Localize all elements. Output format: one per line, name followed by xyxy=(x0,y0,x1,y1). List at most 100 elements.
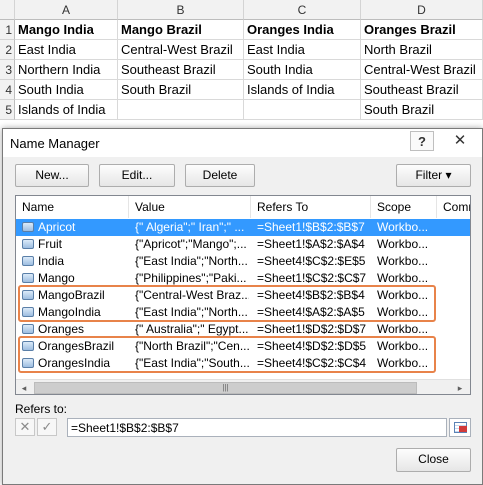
row-scope: Workbo... xyxy=(377,305,429,319)
cell-c5[interactable] xyxy=(244,100,361,120)
list-header-name[interactable]: Name xyxy=(16,196,129,218)
named-range-icon xyxy=(22,239,34,249)
row-name: OrangesIndia xyxy=(38,356,111,370)
select-all-corner[interactable] xyxy=(0,0,15,20)
row-header-4[interactable]: 4 xyxy=(0,80,15,100)
row-name: Oranges xyxy=(38,322,85,336)
close-icon[interactable]: ✕ xyxy=(446,131,474,151)
cell-b4[interactable]: South Brazil xyxy=(118,80,244,100)
column-header-d[interactable]: D xyxy=(361,0,483,20)
cell-d5[interactable]: South Brazil xyxy=(361,100,483,120)
cell-c4[interactable]: Islands of India xyxy=(244,80,361,100)
row-value: {" Algeria";" Iran";" ... xyxy=(135,220,245,234)
row-value: {"East India";"North... xyxy=(135,305,248,319)
list-header-comment[interactable]: Comment xyxy=(437,196,470,218)
row-refers-to: =Sheet4!$C$2:$C$4 xyxy=(257,356,367,370)
named-range-icon xyxy=(22,290,34,300)
dialog-titlebar[interactable]: Name Manager ? ✕ xyxy=(3,129,482,157)
list-row-mangoindia[interactable]: MangoIndia {"East India";"North... =Shee… xyxy=(16,304,470,321)
scroll-right-icon[interactable]: ▸ xyxy=(452,380,468,394)
row-scope: Workbo... xyxy=(377,271,429,285)
cell-a4[interactable]: South India xyxy=(15,80,118,100)
row-refers-to: =Sheet1!$D$2:$D$7 xyxy=(257,322,367,336)
column-header-c[interactable]: C xyxy=(244,0,361,20)
cell-a5[interactable]: Islands of India xyxy=(15,100,118,120)
list-row-mango[interactable]: Mango {"Philippines";"Paki... =Sheet1!$C… xyxy=(16,270,470,287)
list-header-value[interactable]: Value xyxy=(129,196,251,218)
names-list[interactable]: Name Value Refers To Scope Comment Apric… xyxy=(15,195,471,395)
row-value: {"Central-West Braz... xyxy=(135,288,249,302)
list-header-refers-to[interactable]: Refers To xyxy=(251,196,371,218)
row-refers-to: =Sheet1!$B$2:$B$7 xyxy=(257,220,365,234)
row-name: Mango xyxy=(38,271,75,285)
row-header-2[interactable]: 2 xyxy=(0,40,15,60)
cell-b2[interactable]: Central-West Brazil xyxy=(118,40,244,60)
named-range-icon xyxy=(22,256,34,266)
filter-label: Filter xyxy=(415,168,443,182)
row-name: MangoIndia xyxy=(38,305,101,319)
row-refers-to: =Sheet4!$A$2:$A$5 xyxy=(257,305,365,319)
named-range-icon xyxy=(22,307,34,317)
cell-a1[interactable]: Mango India xyxy=(15,20,118,40)
close-button[interactable]: Close xyxy=(396,448,471,472)
row-scope: Workbo... xyxy=(377,254,429,268)
row-refers-to: =Sheet4!$C$2:$E$5 xyxy=(257,254,366,268)
filter-button[interactable]: Filter ▾ xyxy=(396,164,471,187)
list-row-oranges[interactable]: Oranges {" Australia";" Egypt... =Sheet1… xyxy=(16,321,470,338)
scroll-left-icon[interactable]: ◂ xyxy=(16,380,32,394)
scroll-thumb[interactable]: ||| xyxy=(34,382,417,394)
spreadsheet-grid: A B C D 1 2 3 4 5 Mango India Mango Braz… xyxy=(0,0,483,130)
named-range-icon xyxy=(22,222,34,232)
row-refers-to: =Sheet1!$C$2:$C$7 xyxy=(257,271,367,285)
collapse-dialog-icon[interactable] xyxy=(449,418,471,437)
row-value: {"East India";"North... xyxy=(135,254,248,268)
named-range-icon xyxy=(22,341,34,351)
help-button[interactable]: ? xyxy=(410,131,434,151)
edit-button[interactable]: Edit... xyxy=(99,164,175,187)
row-refers-to: =Sheet4!$B$2:$B$4 xyxy=(257,288,365,302)
list-row-fruit[interactable]: Fruit {"Apricot";"Mango";... =Sheet1!$A$… xyxy=(16,236,470,253)
list-header-scope[interactable]: Scope xyxy=(371,196,437,218)
list-row-orangesbrazil[interactable]: OrangesBrazil {"North Brazil";"Cen... =S… xyxy=(16,338,470,355)
cell-d4[interactable]: Southeast Brazil xyxy=(361,80,483,100)
row-scope: Workbo... xyxy=(377,356,429,370)
row-scope: Workbo... xyxy=(377,237,429,251)
row-scope: Workbo... xyxy=(377,339,429,353)
row-header-1[interactable]: 1 xyxy=(0,20,15,40)
cell-c1[interactable]: Oranges India xyxy=(244,20,361,40)
new-button[interactable]: New... xyxy=(15,164,89,187)
cell-b5[interactable] xyxy=(118,100,244,120)
row-value: {" Australia";" Egypt... xyxy=(135,322,249,336)
row-header-3[interactable]: 3 xyxy=(0,60,15,80)
list-row-india[interactable]: India {"East India";"North... =Sheet4!$C… xyxy=(16,253,470,270)
cell-c2[interactable]: East India xyxy=(244,40,361,60)
horizontal-scrollbar[interactable]: ◂ ||| ▸ xyxy=(16,379,470,394)
row-refers-to: =Sheet4!$D$2:$D$5 xyxy=(257,339,367,353)
confirm-edit-icon[interactable]: ✓ xyxy=(37,418,57,436)
row-value: {"North Brazil";"Cen... xyxy=(135,339,249,353)
list-row-mangobrazil[interactable]: MangoBrazil {"Central-West Braz... =Shee… xyxy=(16,287,470,304)
row-name: MangoBrazil xyxy=(38,288,105,302)
row-header-5[interactable]: 5 xyxy=(0,100,15,120)
dialog-title: Name Manager xyxy=(10,136,100,151)
cell-b1[interactable]: Mango Brazil xyxy=(118,20,244,40)
list-row-apricot[interactable]: Apricot {" Algeria";" Iran";" ... =Sheet… xyxy=(16,219,470,236)
cell-d3[interactable]: Central-West Brazil xyxy=(361,60,483,80)
list-row-orangesindia[interactable]: OrangesIndia {"East India";"South... =Sh… xyxy=(16,355,470,372)
cell-d2[interactable]: North Brazil xyxy=(361,40,483,60)
delete-button[interactable]: Delete xyxy=(185,164,255,187)
cell-b3[interactable]: Southeast Brazil xyxy=(118,60,244,80)
column-header-a[interactable]: A xyxy=(15,0,118,20)
refers-to-input[interactable] xyxy=(67,418,447,437)
row-value: {"Philippines";"Paki... xyxy=(135,271,247,285)
cell-a3[interactable]: Northern India xyxy=(15,60,118,80)
row-name: Fruit xyxy=(38,237,62,251)
chevron-down-icon: ▾ xyxy=(445,168,452,182)
row-scope: Workbo... xyxy=(377,322,429,336)
name-manager-dialog: Name Manager ? ✕ New... Edit... Delete F… xyxy=(2,128,483,485)
cell-a2[interactable]: East India xyxy=(15,40,118,60)
cancel-edit-icon[interactable]: ✕ xyxy=(15,418,35,436)
cell-d1[interactable]: Oranges Brazil xyxy=(361,20,483,40)
column-header-b[interactable]: B xyxy=(118,0,244,20)
cell-c3[interactable]: South India xyxy=(244,60,361,80)
